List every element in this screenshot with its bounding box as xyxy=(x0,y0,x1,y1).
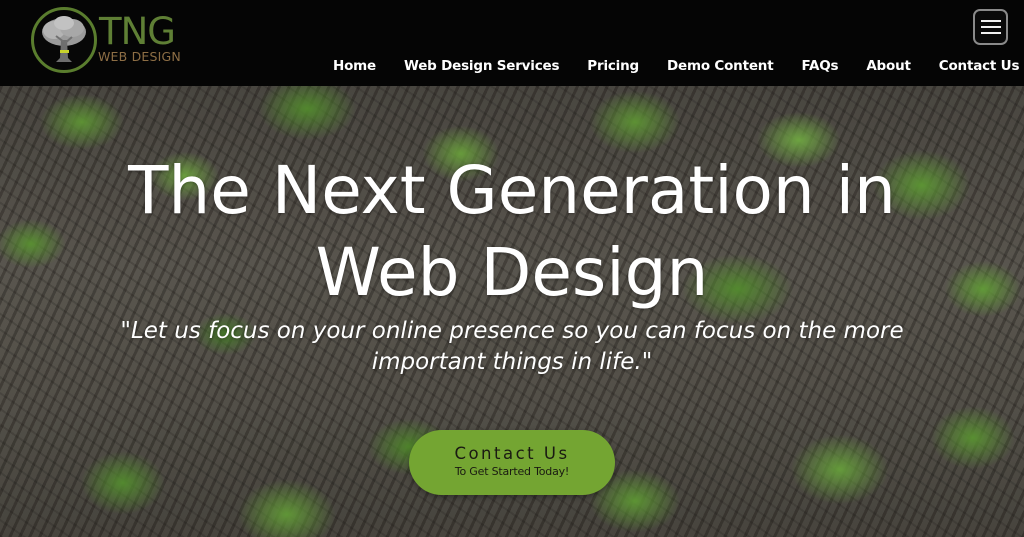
nav-web-design-services[interactable]: Web Design Services xyxy=(404,58,559,75)
hero-title-line1: The Next Generation in xyxy=(128,152,896,229)
hero-section: The Next Generation in Web Design "Let u… xyxy=(0,86,1024,537)
nav-about[interactable]: About xyxy=(866,58,911,75)
contact-us-button[interactable]: Contact Us To Get Started Today! xyxy=(409,430,615,495)
hero-title-line2: Web Design xyxy=(315,234,709,311)
hero-quote: "Let us focus on your online presence so… xyxy=(0,316,1024,378)
nav-home[interactable]: Home xyxy=(333,58,376,75)
hamburger-menu-icon xyxy=(980,20,1001,22)
contact-us-button-sublabel: To Get Started Today! xyxy=(454,465,570,478)
tree-icon xyxy=(31,7,97,73)
hero-title: The Next Generation in Web Design xyxy=(0,150,1024,314)
logo[interactable]: TNG WEB DESIGN xyxy=(31,6,196,74)
contact-us-button-label: Contact Us xyxy=(454,444,570,463)
hamburger-menu-button[interactable] xyxy=(973,9,1008,45)
nav-pricing[interactable]: Pricing xyxy=(587,58,639,75)
nav-demo-content[interactable]: Demo Content xyxy=(667,58,774,75)
site-header: TNG WEB DESIGN Home Web Design Services … xyxy=(0,0,1024,86)
nav-contact-us[interactable]: Contact Us xyxy=(939,58,1020,75)
logo-title: TNG xyxy=(99,10,176,53)
main-nav: Home Web Design Services Pricing Demo Co… xyxy=(333,58,1019,75)
hamburger-menu-icon-line xyxy=(980,32,1001,34)
logo-subtitle: WEB DESIGN xyxy=(98,49,181,64)
hamburger-menu-icon-line xyxy=(980,26,1001,28)
hero-quote-line2: important things in life." xyxy=(371,349,653,375)
nav-faqs[interactable]: FAQs xyxy=(801,58,838,75)
hero-quote-line1: "Let us focus on your online presence so… xyxy=(120,318,904,344)
